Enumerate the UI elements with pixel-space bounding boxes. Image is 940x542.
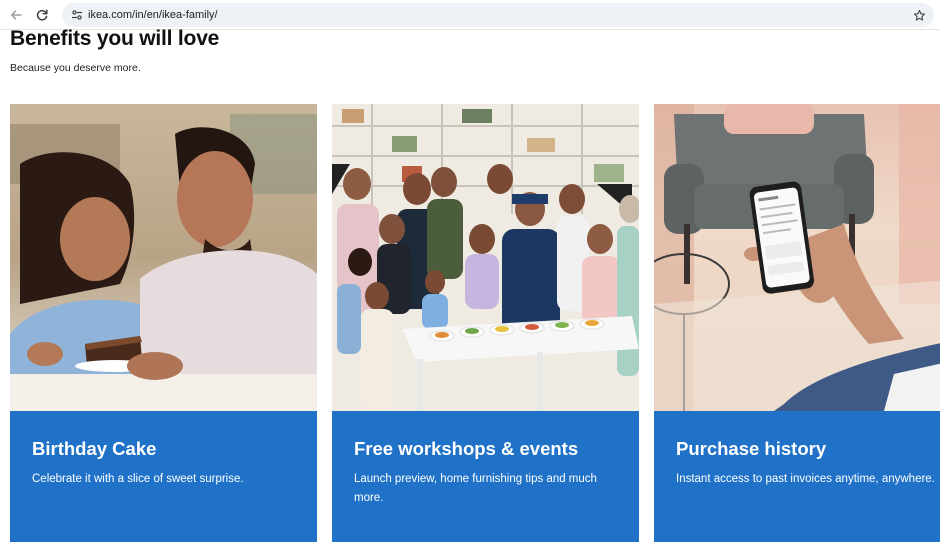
- page-title: Benefits you will love: [10, 27, 220, 50]
- card-content-panel: Purchase history Instant access to past …: [654, 411, 940, 542]
- card-content-panel: Birthday Cake Celebrate it with a slice …: [10, 411, 317, 542]
- site-info-icon[interactable]: [70, 8, 84, 22]
- card-description: Launch preview, home furnishing tips and…: [354, 473, 597, 504]
- bookmark-star-icon[interactable]: [910, 6, 928, 24]
- couple-with-birthday-cake-photo: [10, 104, 317, 411]
- address-bar[interactable]: ikea.com/in/en/ikea-family/: [62, 3, 934, 27]
- benefit-card-birthday-cake[interactable]: Birthday Cake Celebrate it with a slice …: [10, 104, 317, 542]
- hand-holding-phone-photo: [654, 104, 940, 411]
- benefit-card-free-workshops[interactable]: Free workshops & events Launch preview, …: [332, 104, 639, 542]
- card-title: Purchase history: [676, 438, 827, 459]
- card-title: Free workshops & events: [354, 438, 579, 459]
- card-title: Birthday Cake: [32, 438, 157, 459]
- page-subtitle: Because you deserve more.: [10, 62, 141, 74]
- back-arrow-icon[interactable]: [6, 5, 26, 25]
- benefit-card-purchase-history[interactable]: Purchase history Instant access to past …: [654, 104, 940, 542]
- card-description: Celebrate it with a slice of sweet surpr…: [32, 473, 244, 485]
- reload-icon[interactable]: [32, 5, 52, 25]
- family-workshop-with-chef-photo: [332, 104, 639, 411]
- url-text[interactable]: ikea.com/in/en/ikea-family/: [88, 8, 218, 22]
- card-description: Instant access to past invoices anytime,…: [676, 473, 935, 485]
- card-content-panel: Free workshops & events Launch preview, …: [332, 411, 639, 542]
